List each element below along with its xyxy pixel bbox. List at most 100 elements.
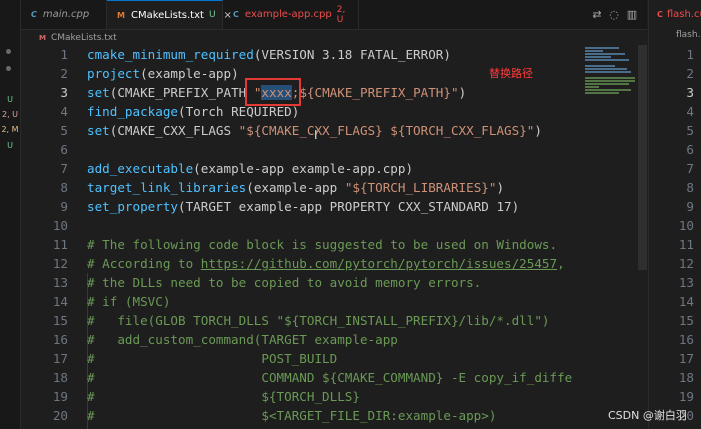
breadcrumb-file[interactable]: flash.cu (676, 30, 701, 40)
code-text: target_link_libraries(example-app "${TOR… (87, 178, 504, 197)
highlight-box (245, 78, 301, 106)
line-number: 19 (678, 389, 694, 404)
cmake-file-icon: M (117, 10, 125, 20)
code-text: # The following code block is suggested … (87, 235, 557, 254)
tab-label: CMakeLists.txt (130, 9, 204, 21)
code-token: (example-app example-app.cpp) (193, 161, 414, 176)
line-number: 18 (678, 370, 694, 385)
line-number: 11 (678, 237, 694, 252)
minimap-line (585, 47, 619, 49)
status-dot-icon (6, 66, 11, 71)
tab-label: flash.cu (666, 9, 701, 20)
code-line[interactable]: 13 # the DLLs need to be copied to avoid … (21, 273, 647, 292)
cpp-file-icon: C (31, 10, 37, 19)
line-number: 4 (686, 104, 694, 119)
code-line[interactable]: 17 # POST_BUILD (21, 349, 647, 368)
code-line[interactable]: 7 add_executable(example-app example-app.… (21, 159, 647, 178)
code-line[interactable]: 1 cmake_minimum_required(VERSION 3.18 FAT… (21, 45, 647, 64)
code-token: add_executable (87, 161, 194, 176)
minimap[interactable] (583, 45, 637, 105)
breadcrumb-file[interactable]: CMakeLists.txt (51, 33, 117, 43)
code-text: set_property(TARGET example-app PROPERTY… (87, 197, 519, 216)
code-editor[interactable]: 1 cmake_minimum_required(VERSION 3.18 FAT… (21, 45, 647, 429)
explorer-badge: 2, M (1, 125, 19, 134)
line-number: 13 (678, 275, 694, 290)
code-token: ) (458, 85, 467, 100)
line-number: 8 (60, 180, 68, 195)
code-line[interactable]: 10 (21, 216, 647, 235)
tab-label: main.cpp (42, 9, 90, 20)
code-text: # ${TORCH_DLLS} (87, 387, 360, 406)
open-changes-icon[interactable]: ◌ (608, 9, 620, 21)
minimap-line (585, 77, 635, 79)
line-number: 2 (60, 66, 68, 81)
code-token: target_link_libraries (87, 180, 247, 195)
code-line[interactable]: 20 # $<TARGET_FILE_DIR:example-app>) (21, 406, 647, 425)
code-text: # if (MSVC) (87, 292, 170, 311)
code-line[interactable]: 16 # add_custom_command(TARGET example-ap… (21, 330, 647, 349)
line-number: 18 (52, 370, 68, 385)
editor-tab-bar: C main.cpp M CMakeLists.txt U × C exampl… (21, 0, 647, 30)
code-token: # if (MSVC) (87, 294, 171, 309)
code-token: ;${CMAKE_PREFIX_PATH}" (291, 85, 459, 100)
code-token: # ${TORCH_DLLS} (87, 389, 360, 404)
code-line[interactable]: 12 # According to https://github.com/pyto… (21, 254, 647, 273)
code-token: # add_custom_command(TARGET example-app (87, 332, 398, 347)
code-text: add_executable(example-app example-app.c… (87, 159, 413, 178)
line-number: 6 (686, 142, 694, 157)
code-line[interactable]: 3 set(CMAKE_PREFIX_PATH "xxxx;${CMAKE_PRE… (21, 83, 647, 102)
code-line[interactable]: 9 set_property(TARGET example-app PROPERT… (21, 197, 647, 216)
code-token: # The following code block is suggested … (87, 237, 558, 252)
line-number: 8 (686, 180, 694, 195)
compare-changes-icon[interactable]: ⇄ (591, 9, 603, 21)
code-line[interactable]: 8 target_link_libraries(example-app "${TO… (21, 178, 647, 197)
code-line[interactable]: 5 set(CMAKE_CXX_FLAGS "${CMAKE_CXX_FLAGS}… (21, 121, 647, 140)
tab-main-cpp[interactable]: C main.cpp (21, 0, 107, 29)
minimap-line (585, 50, 603, 52)
breadcrumb[interactable]: M CMakeLists.txt (21, 30, 647, 45)
code-token: "${CMAKE_CXX_FLAGS} ${TORCH_CXX_FLAGS}" (238, 123, 535, 138)
code-token: set_property (87, 199, 178, 214)
code-token: # POST_BUILD (87, 351, 338, 366)
code-token: # file(GLOB TORCH_DLLS "${TORCH_INSTALL_… (87, 313, 550, 328)
minimap-line (585, 89, 631, 91)
code-line[interactable]: 18 # COMMAND ${CMAKE_COMMAND} -E copy_if_… (21, 368, 647, 387)
minimap-line (585, 83, 629, 85)
tab-label: example-app.cpp (244, 9, 332, 20)
code-line[interactable]: 11 # The following code block is suggeste… (21, 235, 647, 254)
code-token: (CMAKE_PREFIX_PATH (109, 85, 254, 100)
line-number: 10 (52, 218, 68, 233)
vertical-scrollbar[interactable] (638, 45, 647, 270)
line-number: 15 (678, 313, 694, 328)
code-text: # add_custom_command(TARGET example-app (87, 330, 398, 349)
code-text: cmake_minimum_required(VERSION 3.18 FATA… (87, 45, 451, 64)
split-editor-icon[interactable]: ▥ (626, 9, 638, 21)
tab-cmakelists[interactable]: M CMakeLists.txt U × (107, 0, 232, 29)
explorer-strip: U 2, U 2, M U (0, 0, 21, 429)
code-line[interactable]: 4 find_package(Torch REQUIRED) (21, 102, 647, 121)
tab-flash-cu[interactable]: Cflash.cu (657, 0, 701, 29)
git-status-badge: U (208, 10, 216, 20)
code-token: "${TORCH_LIBRARIES}" (344, 180, 497, 195)
code-line[interactable]: 14 # if (MSVC) (21, 292, 647, 311)
tab-example-app-cpp[interactable]: C example-app.cpp 2, U (223, 0, 359, 29)
minimap-line (585, 71, 631, 73)
right-editor-pane[interactable]: Cflash.cu flash.cu 123456789101112131415… (648, 0, 701, 429)
line-number: 1 (686, 47, 694, 62)
code-line[interactable]: 15 # file(GLOB TORCH_DLLS "${TORCH_INSTAL… (21, 311, 647, 330)
code-text: # file(GLOB TORCH_DLLS "${TORCH_INSTALL_… (87, 311, 550, 330)
code-line[interactable]: 19 # ${TORCH_DLLS} (21, 387, 647, 406)
line-number: 15 (52, 313, 68, 328)
minimap-line (585, 92, 619, 94)
line-number: 17 (52, 351, 68, 366)
code-line[interactable]: 6 (21, 140, 647, 159)
line-number: 9 (686, 199, 694, 214)
minimap-line (585, 59, 629, 61)
minimap-line (585, 53, 625, 55)
cuda-file-icon: C (657, 10, 663, 19)
code-token: find_package (87, 104, 178, 119)
mouse-cursor-icon: I (314, 128, 318, 142)
code-line[interactable]: 2 project(example-app) (21, 64, 647, 83)
code-token: set (87, 123, 110, 138)
code-text: # COMMAND ${CMAKE_COMMAND} -E copy_if_di… (87, 368, 572, 387)
